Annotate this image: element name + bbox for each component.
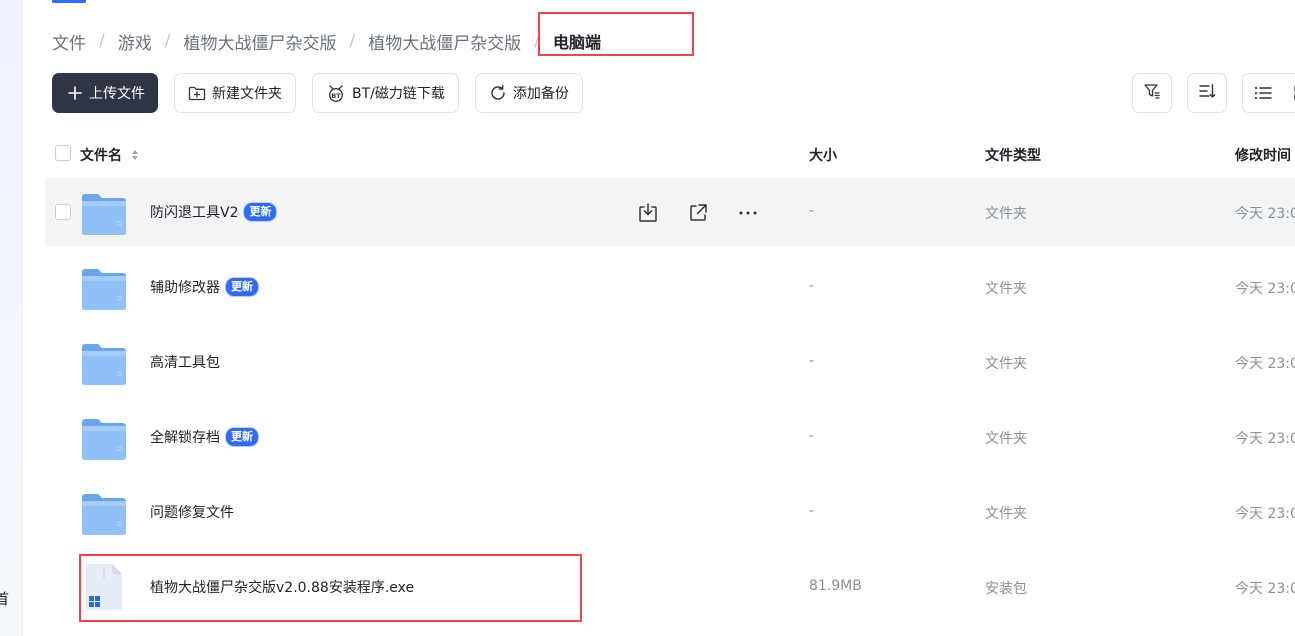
file-size: - [809,503,815,519]
plus-icon [67,85,83,101]
toolbar: 上传文件 新建文件夹 BT BT/磁力链下载 添加备份 [52,73,583,113]
file-type: 文件夹 [985,356,1027,372]
file-type: 安装包 [985,581,1027,597]
breadcrumb-item-pvz-hybrid-sub[interactable]: 植物大战僵尸杂交版 [368,29,521,54]
file-mtime: 今天 23:0 [1235,281,1295,297]
folder-icon [81,342,127,390]
folder-plus-icon [188,85,206,101]
bt-magnet-icon: BT [326,84,346,102]
breadcrumb-item-pvz-hybrid[interactable]: 植物大战僵尸杂交版 [183,29,336,54]
select-all-checkbox[interactable] [55,145,71,161]
file-mtime: 今天 23:0 [1235,206,1295,222]
file-mtime: 今天 23:0 [1235,431,1295,447]
folder-icon [81,417,127,465]
add-backup-button-label: 添加备份 [512,86,569,102]
file-mtime: 今天 23:0 [1235,581,1295,597]
column-header-type[interactable]: 文件类型 [985,145,1041,165]
breadcrumb: 文件 / 游戏 / 植物大战僵尸杂交版 / 植物大战僵尸杂交版 / 电脑端 [52,28,601,54]
file-size: - [809,428,815,444]
column-header-mtime[interactable]: 修改时间 [1235,145,1291,165]
table-row[interactable]: 防闪退工具V2 更新 - 文件夹 今天 23:0 [45,178,1295,246]
folder-icon [81,192,127,240]
file-size: - [809,203,815,219]
file-name[interactable]: 全解锁存档 更新 [150,427,259,447]
file-name[interactable]: 防闪退工具V2 更新 [150,202,278,222]
table-row[interactable]: 高清工具包 - 文件夹 今天 23:0 [45,328,1295,396]
bt-download-button[interactable]: BT BT/磁力链下载 [312,73,459,113]
breadcrumb-separator: / [349,31,356,51]
file-name-label: 辅助修改器 [150,280,220,296]
file-mtime: 今天 23:0 [1235,356,1295,372]
table-header: 文件名 大小 文件类型 修改时间 [45,138,1295,168]
file-type: 文件夹 [985,281,1027,297]
file-type: 文件夹 [985,206,1027,222]
sort-icon [1198,82,1216,104]
folder-icon [81,492,127,540]
column-header-name-label: 文件名 [80,148,122,164]
list-view-icon[interactable] [1253,84,1273,102]
update-badge: 更新 [225,427,259,447]
svg-text:BT: BT [331,92,341,100]
annotation-box-exe [79,554,582,622]
download-icon[interactable] [636,201,660,225]
table-row[interactable]: 全解锁存档 更新 - 文件夹 今天 23:0 [45,403,1295,471]
file-name[interactable]: 问题修复文件 [150,502,234,522]
sidebar-edge: 首 [0,0,23,636]
file-type: 文件夹 [985,431,1027,447]
sort-arrows-icon [131,150,138,160]
file-name-label: 高清工具包 [150,355,220,371]
new-folder-button-label: 新建文件夹 [212,86,282,102]
breadcrumb-separator: / [99,31,105,51]
file-name-label: 问题修复文件 [150,505,234,521]
breadcrumb-item-games[interactable]: 游戏 [118,29,152,54]
file-name[interactable]: 高清工具包 [150,352,220,372]
file-mtime: 今天 23:0 [1235,506,1295,522]
filter-icon [1143,82,1161,104]
breadcrumb-separator: / [164,31,171,51]
column-header-size[interactable]: 大小 [809,145,837,165]
filter-button[interactable] [1132,73,1172,113]
upload-button[interactable]: 上传文件 [52,73,158,113]
annotation-box-breadcrumb [538,12,694,56]
folder-icon [81,267,127,315]
sort-button[interactable] [1187,73,1227,113]
add-backup-button[interactable]: 添加备份 [474,73,583,113]
upload-button-label: 上传文件 [89,86,145,102]
view-toggle-group [1242,73,1295,113]
file-type: 文件夹 [985,506,1027,522]
table-row[interactable]: 辅助修改器 更新 - 文件夹 今天 23:0 [45,253,1295,321]
more-icon[interactable] [736,201,760,225]
file-name[interactable]: 辅助修改器 更新 [150,277,259,297]
file-name-label: 防闪退工具V2 [150,205,239,221]
file-size: - [809,353,815,369]
active-tab-indicator [52,0,86,3]
file-size: 81.9MB [809,578,862,594]
update-badge: 更新 [225,277,259,297]
sidebar-cut-text[interactable]: 首 [0,588,9,609]
file-name-label: 全解锁存档 [150,430,220,446]
update-badge: 更新 [243,202,278,222]
file-size: - [809,278,815,294]
column-header-name[interactable]: 文件名 [80,145,139,165]
new-folder-button[interactable]: 新建文件夹 [174,73,296,113]
bt-download-button-label: BT/磁力链下载 [352,86,445,102]
breadcrumb-item-files[interactable]: 文件 [52,29,86,54]
row-checkbox[interactable] [55,204,71,220]
table-row[interactable]: 问题修复文件 - 文件夹 今天 23:0 [45,478,1295,546]
share-icon[interactable] [686,201,710,225]
sync-icon [489,84,507,102]
